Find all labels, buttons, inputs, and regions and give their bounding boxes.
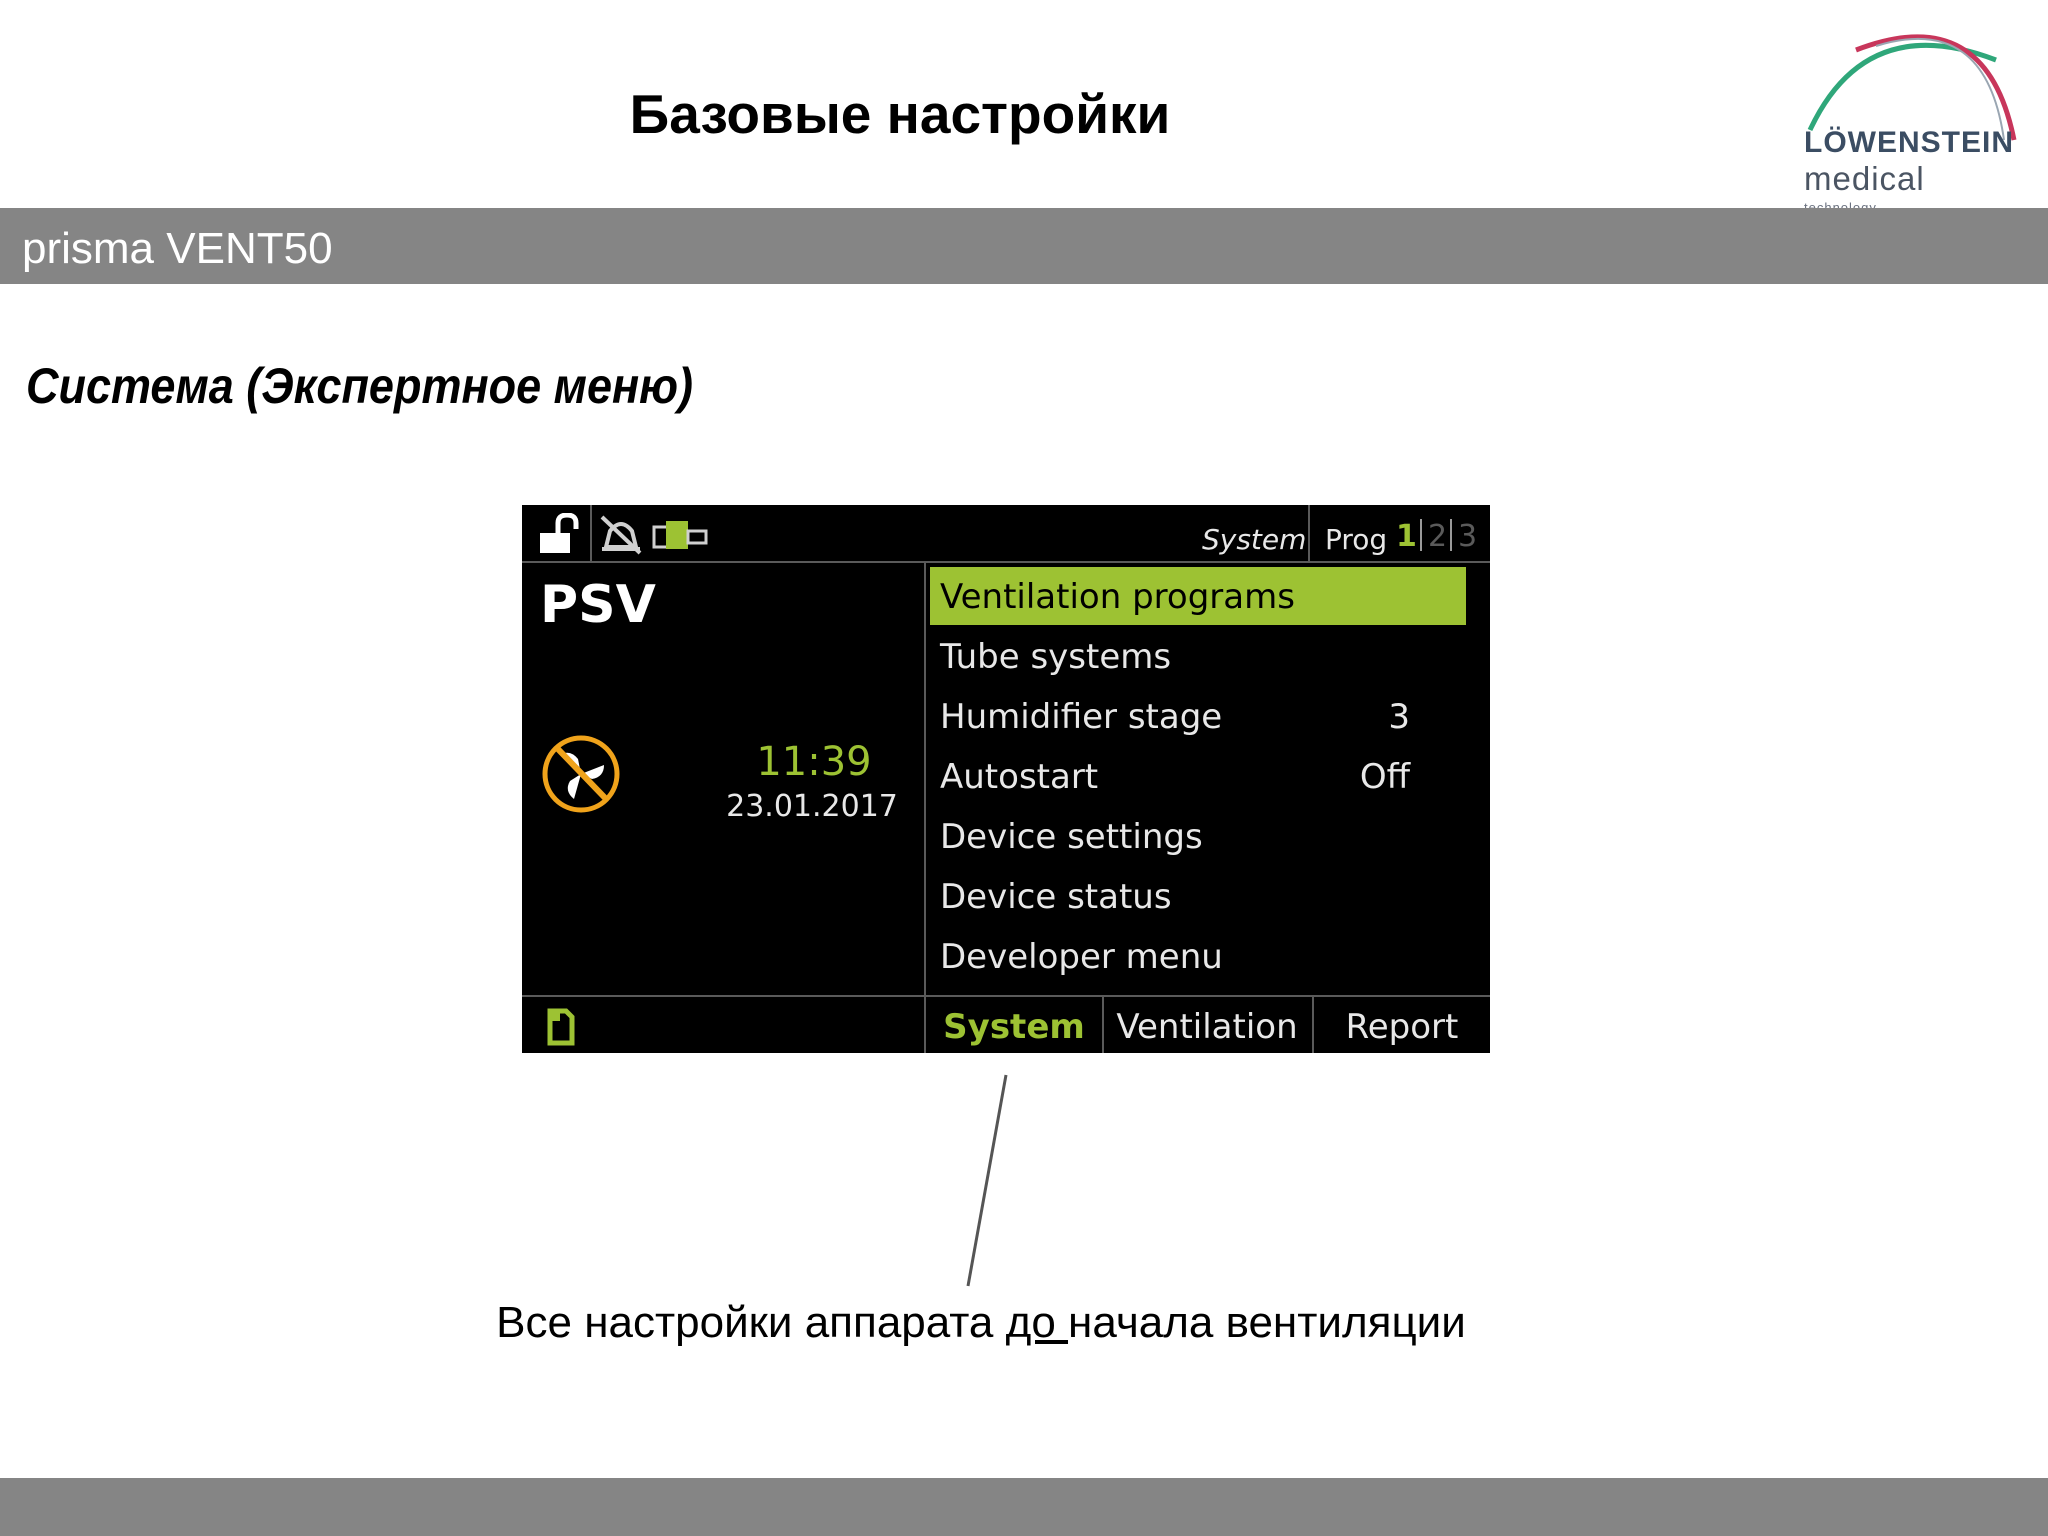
menu-item-label: Developer menu bbox=[940, 937, 1223, 977]
slide-title: Базовые настройки bbox=[629, 83, 1171, 145]
product-name: prisma VENT50 bbox=[22, 224, 333, 273]
menu-item-label: Autostart bbox=[940, 757, 1099, 797]
caption-text-end: начала вентиляции bbox=[1068, 1298, 1466, 1347]
program-label: Prog bbox=[1325, 523, 1388, 556]
menu-item-autostart[interactable]: Autostart Off bbox=[930, 747, 1466, 805]
menu-item-device-settings[interactable]: Device settings bbox=[930, 807, 1466, 865]
caption-underlined: до bbox=[1005, 1298, 1069, 1347]
top-bar-separator bbox=[1308, 505, 1310, 563]
menu-item-developer-menu[interactable]: Developer menu bbox=[930, 927, 1466, 985]
clock-time: 11:39 bbox=[756, 739, 872, 785]
tab-system[interactable]: System bbox=[926, 1007, 1102, 1047]
ventilation-mode: PSV bbox=[540, 575, 656, 635]
menu-item-label: Device status bbox=[940, 877, 1172, 917]
tab-ventilation[interactable]: Ventilation bbox=[1104, 1007, 1310, 1047]
status-panel: PSV 11:39 23.01.2017 bbox=[522, 563, 924, 1001]
menu-item-label: Ventilation programs bbox=[940, 577, 1295, 617]
logo-wordmark: LÖWENSTEIN bbox=[1804, 126, 2014, 159]
menu-item-value: Off bbox=[1359, 757, 1410, 797]
menu-item-ventilation-programs[interactable]: Ventilation programs bbox=[930, 567, 1466, 625]
caption: Все настройки аппарата до начала вентиля… bbox=[0, 1298, 1962, 1348]
logo-subtitle: medical bbox=[1804, 160, 1925, 197]
device-link-icon[interactable] bbox=[650, 513, 710, 557]
program-separator bbox=[1420, 519, 1422, 551]
section-heading: Система (Экспертное меню) bbox=[26, 358, 694, 414]
menu-item-device-status[interactable]: Device status bbox=[930, 867, 1466, 925]
device-bottom-bar: System Ventilation Report bbox=[522, 995, 1490, 1053]
alarm-muted-icon[interactable] bbox=[596, 513, 646, 557]
company-logo: LÖWENSTEIN medical technology bbox=[1796, 20, 2026, 215]
clock-date: 23.01.2017 bbox=[726, 789, 898, 824]
ventilation-stopped-fan-icon bbox=[542, 735, 620, 813]
unlock-icon[interactable] bbox=[536, 513, 584, 557]
program-2-indicator[interactable]: 2 bbox=[1428, 519, 1447, 554]
tab-report[interactable]: Report bbox=[1314, 1007, 1490, 1047]
program-1-indicator[interactable]: 1 bbox=[1396, 519, 1417, 554]
product-bar: prisma VENT50 bbox=[0, 208, 2048, 284]
menu-item-humidifier-stage[interactable]: Humidifier stage 3 bbox=[930, 687, 1466, 745]
sd-card-icon bbox=[547, 1008, 575, 1046]
program-3-indicator[interactable]: 3 bbox=[1458, 519, 1477, 554]
panel-separator bbox=[924, 563, 926, 1053]
menu-item-label: Humidifier stage bbox=[940, 697, 1223, 737]
caption-text-start: Все настройки аппарата bbox=[496, 1298, 1006, 1347]
device-screen: System Prog 1 2 3 PSV 11:39 23.01.2017 V… bbox=[522, 505, 1490, 1053]
menu-item-label: Device settings bbox=[940, 817, 1203, 857]
top-bar-separator bbox=[590, 505, 592, 563]
program-separator bbox=[1450, 519, 1452, 551]
menu-item-label: Tube systems bbox=[940, 637, 1172, 677]
menu-item-value: 3 bbox=[1388, 697, 1410, 737]
device-top-bar: System Prog 1 2 3 bbox=[522, 505, 1490, 563]
menu-item-tube-systems[interactable]: Tube systems bbox=[930, 627, 1466, 685]
footer-bar bbox=[0, 1478, 2048, 1536]
